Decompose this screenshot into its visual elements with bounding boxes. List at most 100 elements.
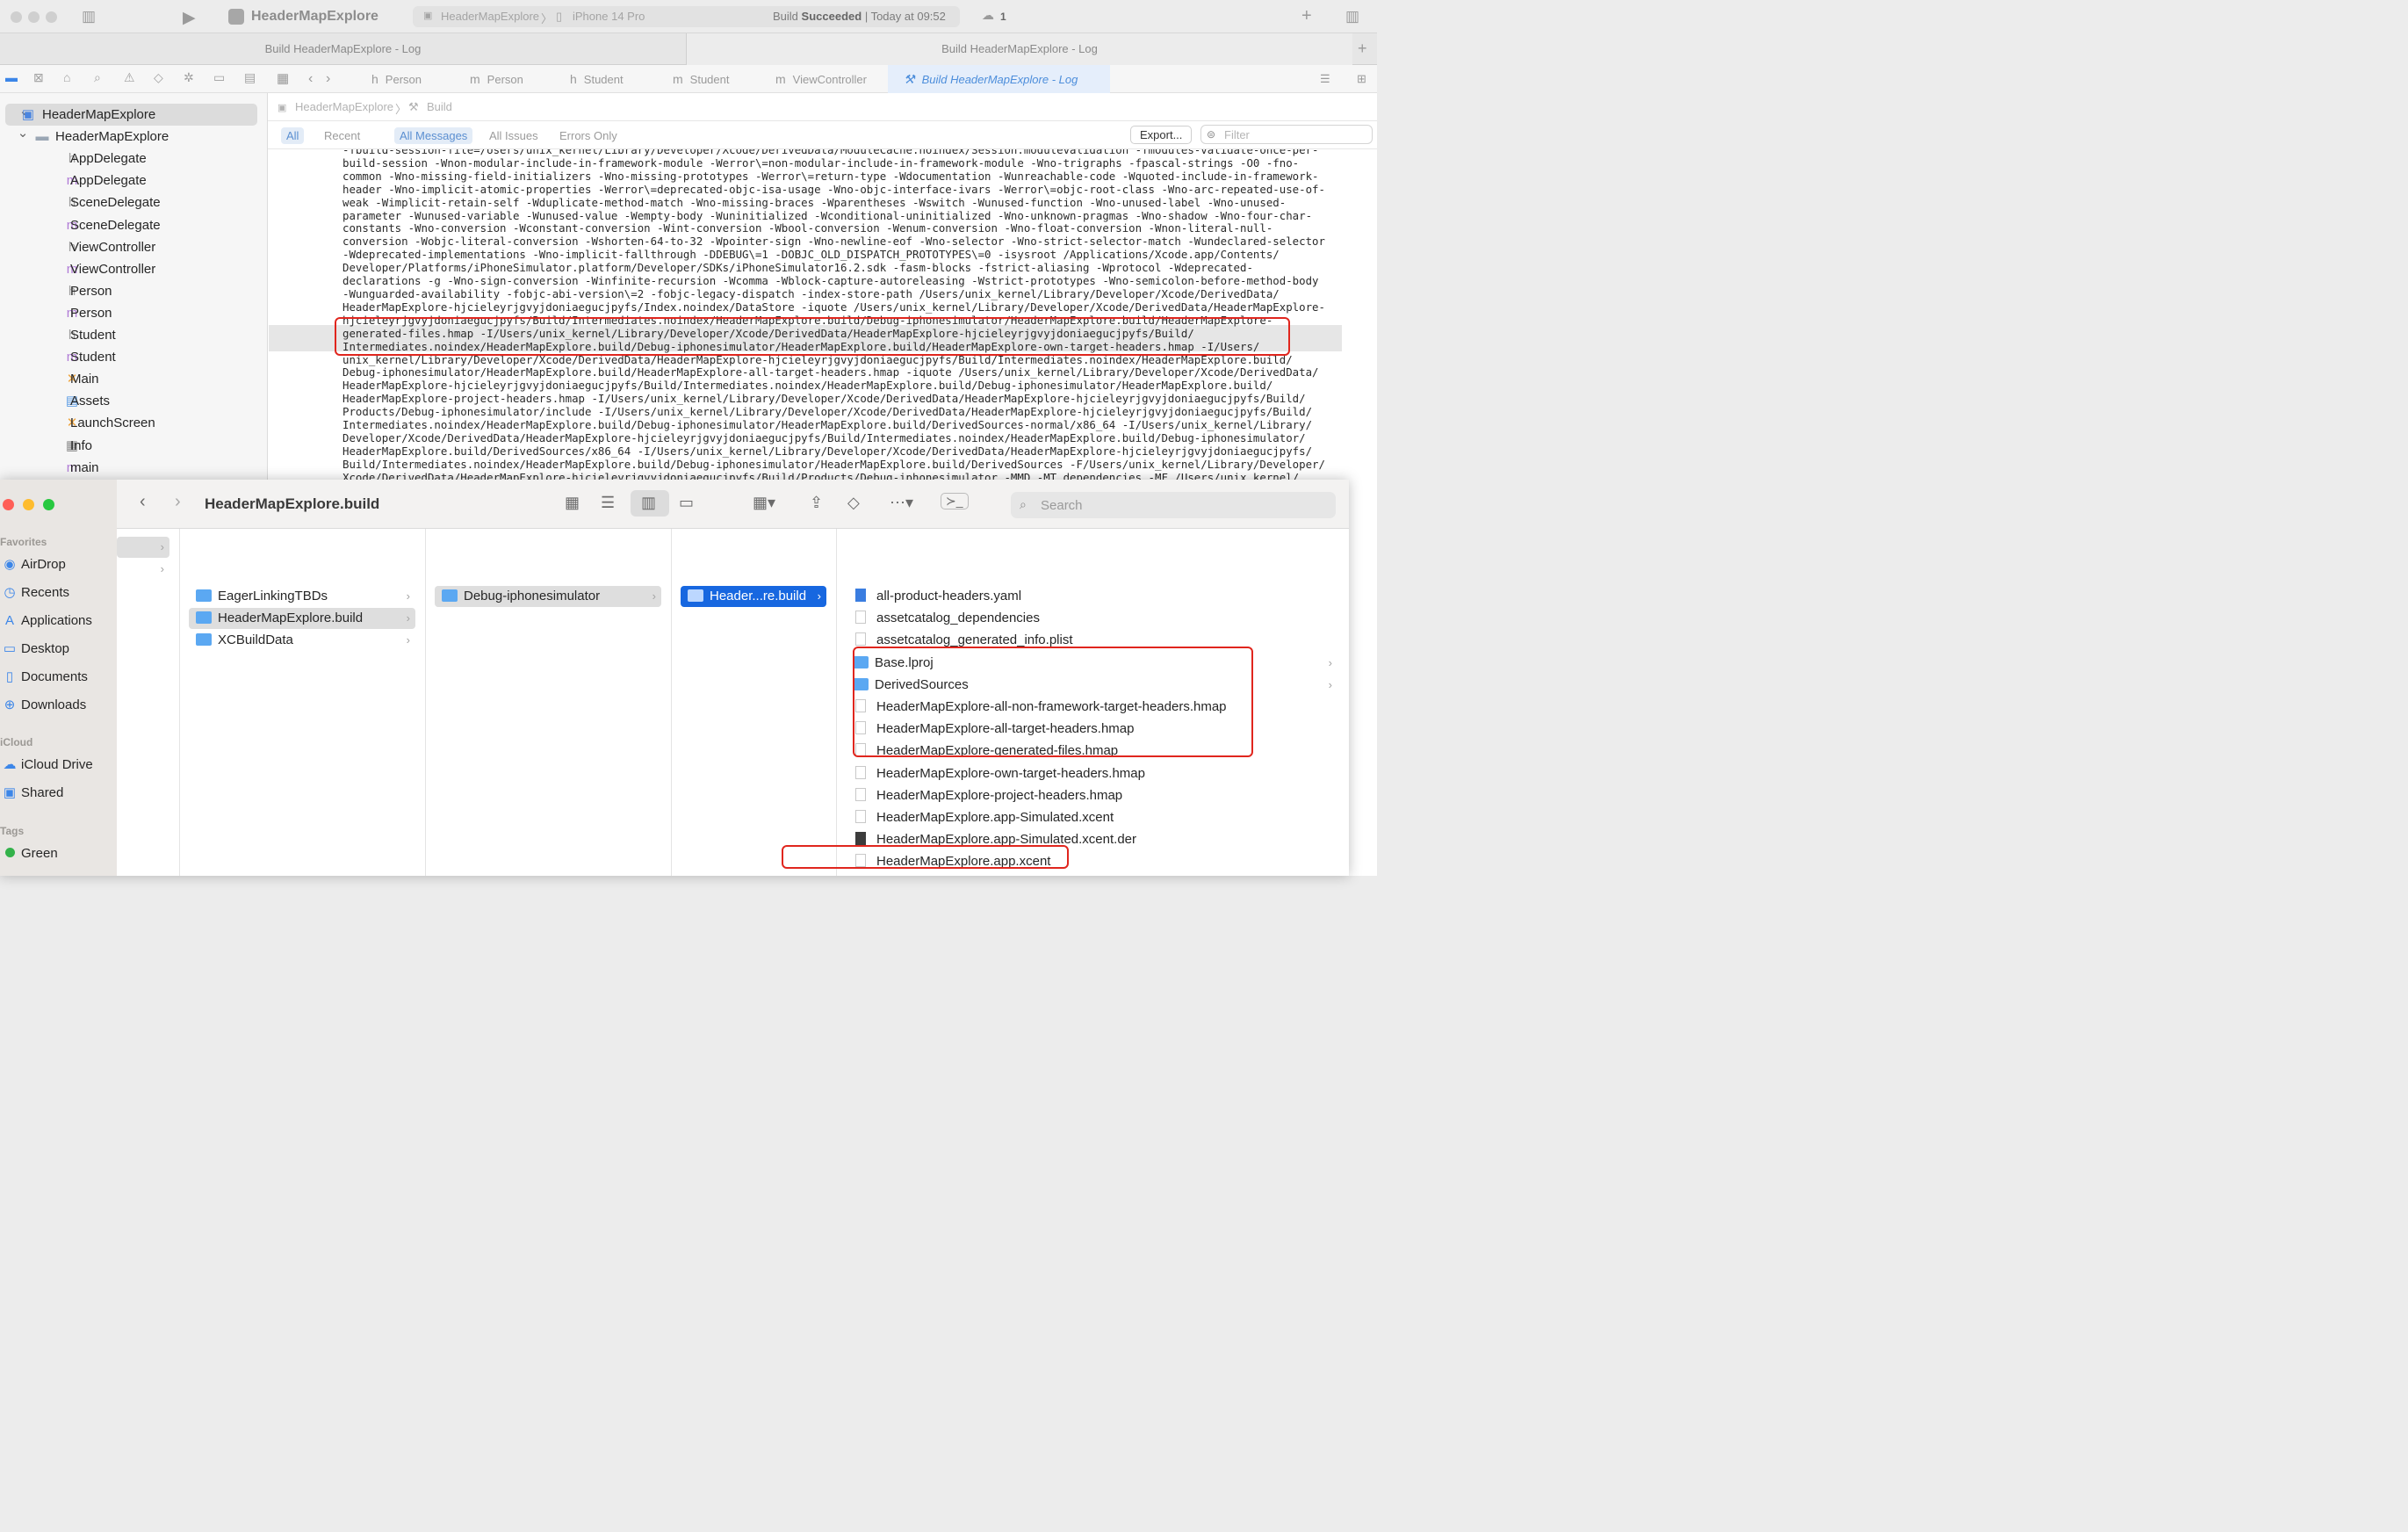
report-navigator-icon[interactable]: ▤	[244, 70, 256, 85]
finder-close-button[interactable]	[3, 499, 14, 510]
back-icon[interactable]: ‹	[308, 65, 313, 93]
jumpbar-build[interactable]: Build	[427, 100, 452, 113]
file-row[interactable]: HeaderMapExplore.app-Simulated.xcent	[846, 807, 1337, 828]
project-navigator-icon[interactable]: ▬	[5, 70, 18, 84]
navigator-item[interactable]: h SceneDelegate	[0, 192, 268, 213]
navigator-item[interactable]: h ViewController	[0, 236, 268, 258]
back-icon[interactable]: ‹	[140, 492, 146, 512]
build-log-view[interactable]: -fbuild-session-file=/Users/unix_kernel/…	[268, 149, 1377, 480]
navigator-item[interactable]: h Student	[0, 324, 268, 346]
scheme-device[interactable]: iPhone 14 Pro	[573, 10, 645, 23]
icon-view-icon[interactable]: ▦	[565, 494, 580, 512]
forward-icon[interactable]: ›	[326, 65, 330, 93]
tag-icon[interactable]: ◇	[847, 494, 860, 512]
more-icon[interactable]: ⋯▾	[890, 494, 913, 512]
add-icon[interactable]: +	[1301, 6, 1312, 26]
source-control-icon[interactable]: ⊠	[33, 70, 44, 85]
sidebar-item[interactable]: ◷ Recents	[0, 582, 69, 603]
navigator-item[interactable]: m Student	[0, 346, 268, 368]
forward-icon[interactable]: ›	[175, 492, 181, 512]
finder-minimize-button[interactable]	[23, 499, 34, 510]
sidebar-tag[interactable]: Green	[0, 843, 58, 864]
editor-tab[interactable]: m Student	[667, 65, 730, 93]
sidebar-item[interactable]: ▭ Desktop	[0, 639, 69, 660]
terminal-icon[interactable]: ≻_	[941, 493, 969, 509]
export-button[interactable]: Export...	[1130, 126, 1193, 144]
editor-tab[interactable]: h Person	[366, 65, 422, 93]
sidebar-item[interactable]: ▯ Documents	[0, 667, 88, 688]
file-row[interactable]: Debug-iphonesimulator ›	[435, 586, 661, 607]
file-row[interactable]: HeaderMapExplore.app.xcent.der	[846, 874, 1337, 876]
finder-search[interactable]: ⌕ Search	[1011, 492, 1336, 518]
zoom-button[interactable]	[46, 11, 57, 23]
navigator-item[interactable]: m AppDelegate	[0, 170, 268, 192]
filter-errors-only[interactable]: Errors Only	[554, 127, 623, 144]
find-navigator-icon[interactable]: ⌕	[94, 70, 101, 85]
navigator-item[interactable]: ✕ Main	[0, 368, 268, 390]
debug-navigator-icon[interactable]: ✲	[184, 70, 194, 85]
filter-field[interactable]: ⊜ Filter	[1200, 125, 1373, 144]
filter-all[interactable]: All	[281, 127, 305, 144]
test-navigator-icon[interactable]: ◇	[154, 70, 163, 85]
filter-all-issues[interactable]: All Issues	[484, 127, 544, 144]
editor-tab[interactable]: m Person	[465, 65, 523, 93]
navigator-item[interactable]: ⌄ ▬ HeaderMapExplore	[0, 126, 268, 148]
filter-recent[interactable]: Recent	[319, 127, 365, 144]
symbol-navigator-icon[interactable]: ⌂	[63, 70, 70, 84]
issue-navigator-icon[interactable]: ⚠	[124, 70, 135, 85]
list-view-icon[interactable]: ☰	[601, 494, 615, 512]
add-editor-icon[interactable]: ⊞	[1357, 65, 1366, 93]
filter-all-messages[interactable]: All Messages	[394, 127, 473, 144]
run-icon[interactable]: ▶	[183, 8, 196, 28]
sidebar-item[interactable]: ◉ AirDrop	[0, 554, 65, 575]
sidebar-item[interactable]: ⊕ Downloads	[0, 695, 87, 716]
minimize-button[interactable]	[28, 11, 40, 23]
file-row[interactable]: Header...re.build ›	[681, 586, 826, 607]
column-view-icon[interactable]: ▥	[641, 494, 656, 512]
navigator-item[interactable]: ▤ Assets	[0, 390, 268, 412]
navigator-item[interactable]: h AppDelegate	[0, 148, 268, 170]
editor-tab[interactable]: h Student	[565, 65, 624, 93]
editor-tab[interactable]: ⚒ Build HeaderMapExplore - Log	[888, 65, 1110, 93]
close-button[interactable]	[11, 11, 22, 23]
share-icon[interactable]: ⇪	[810, 494, 823, 512]
breakpoint-navigator-icon[interactable]: ▭	[213, 70, 225, 85]
file-row[interactable]: XCBuildData ›	[189, 630, 415, 651]
sidebar-item[interactable]: ▣ Shared	[0, 783, 63, 804]
file-row[interactable]: EagerLinkingTBDs ›	[189, 586, 415, 607]
editor-tab[interactable]: m ViewController	[770, 65, 867, 93]
navigator-item[interactable]: ▦ Info	[0, 435, 268, 457]
warning-icon[interactable]: ☁	[982, 8, 994, 23]
new-tab-icon[interactable]: +	[1358, 40, 1367, 58]
column-row[interactable]: ›	[117, 559, 169, 580]
file-row[interactable]: HeaderMapExplore-own-target-headers.hmap	[846, 763, 1337, 784]
navigator-item[interactable]: m Person	[0, 302, 268, 324]
build-log-text[interactable]: -fbuild-session-file=/Users/unix_kernel/…	[342, 149, 1348, 480]
activity-bar[interactable]: ▣ HeaderMapExplore 〉 ▯ iPhone 14 Pro Bui…	[413, 6, 960, 27]
group-icon[interactable]: ▦▾	[753, 494, 775, 512]
navigator-item[interactable]: m main	[0, 457, 268, 479]
grid-icon[interactable]: ▦	[277, 65, 289, 93]
chevron-down-icon[interactable]: ⌄	[16, 122, 30, 144]
gallery-view-icon[interactable]: ▭	[679, 494, 694, 512]
finder-zoom-button[interactable]	[43, 499, 54, 510]
navigator-item[interactable]: m SceneDelegate	[0, 214, 268, 236]
inspector-toggle-icon[interactable]: ▥	[1345, 8, 1359, 25]
sidebar-item[interactable]: ☁ iCloud Drive	[0, 755, 93, 776]
window-tab-2[interactable]: Build HeaderMapExplore - Log	[687, 33, 1352, 65]
navigator-item[interactable]: ⌄ ▣ HeaderMapExplore	[5, 104, 257, 126]
scheme-target[interactable]: HeaderMapExplore	[441, 10, 539, 23]
jumpbar-project[interactable]: HeaderMapExplore	[295, 100, 393, 113]
window-tab-1[interactable]: Build HeaderMapExplore - Log	[0, 33, 686, 65]
file-row[interactable]: all-product-headers.yaml	[846, 586, 1337, 607]
editor-options-icon[interactable]: ☰	[1320, 65, 1330, 93]
sidebar-toggle-icon[interactable]: ▥	[82, 8, 96, 25]
navigator-item[interactable]: h Person	[0, 280, 268, 302]
navigator-item[interactable]: m ViewController	[0, 258, 268, 280]
file-row[interactable]: assetcatalog_dependencies	[846, 608, 1337, 629]
sidebar-item[interactable]: A Applications	[0, 611, 92, 632]
file-row[interactable]: HeaderMapExplore-project-headers.hmap	[846, 785, 1337, 806]
navigator-item[interactable]: ✕ LaunchScreen	[0, 412, 268, 434]
column-row[interactable]: ›	[117, 537, 169, 558]
file-row[interactable]: HeaderMapExplore.build ›	[189, 608, 415, 630]
